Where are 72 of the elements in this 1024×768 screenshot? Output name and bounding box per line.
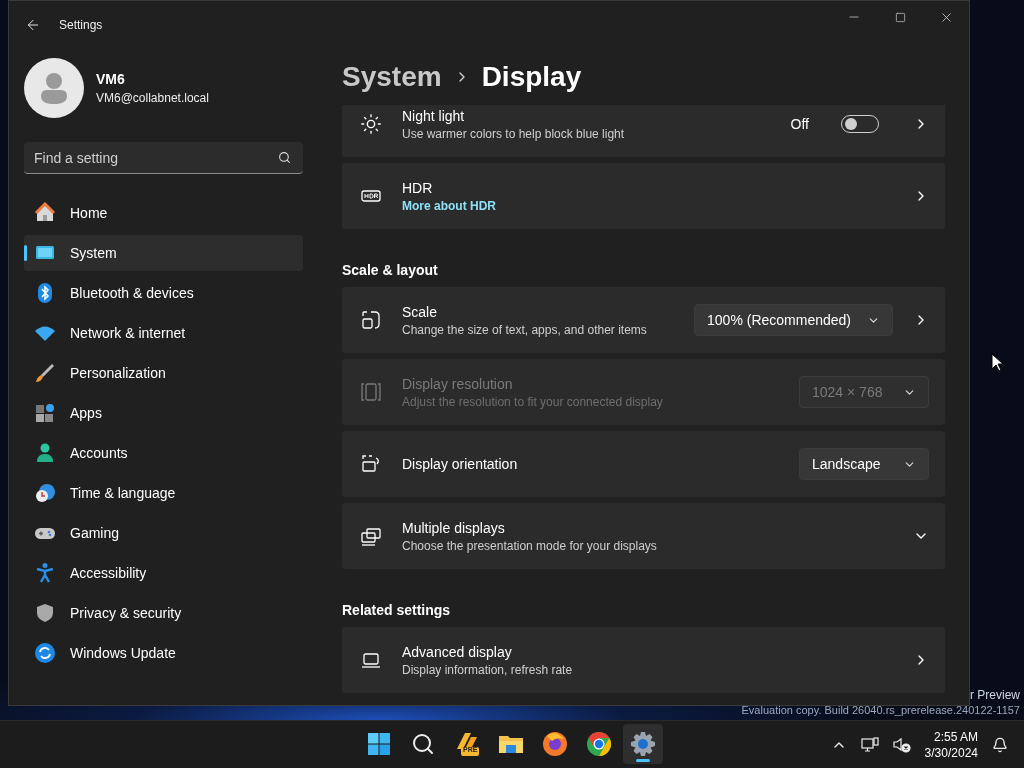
setting-description: Choose the presentation mode for your displays	[402, 538, 658, 553]
sun-icon	[360, 113, 382, 135]
displays-icon	[360, 525, 382, 547]
watermark-text: r Preview	[970, 688, 1020, 702]
setting-card[interactable]: Advanced display Display information, refresh rate	[342, 627, 945, 693]
window-title: Settings	[59, 18, 104, 32]
maximize-icon	[894, 11, 906, 23]
resolution-icon	[360, 381, 382, 403]
setting-card[interactable]: Display orientation Landscape	[342, 431, 945, 497]
scale-icon	[360, 309, 382, 331]
shield-icon	[34, 602, 56, 624]
nav-item[interactable]: Bluetooth & devices	[24, 275, 303, 311]
setting-description: Adjust the resolution to fit your connected display	[402, 394, 664, 409]
hdr-link[interactable]: More about HDR	[402, 198, 893, 213]
setting-title: HDR	[402, 179, 434, 196]
account-email: VM6@collabnet.local	[96, 91, 209, 105]
nav-item[interactable]: Accessibility	[24, 555, 303, 591]
setting-title: Display resolution	[402, 375, 514, 392]
search-icon	[411, 732, 435, 756]
nav-item[interactable]: Personalization	[24, 355, 303, 391]
setting-description: Use warmer colors to help block blue light	[402, 126, 626, 141]
fox-globe-icon	[542, 731, 568, 757]
windows-logo-icon	[367, 732, 391, 756]
house-icon	[34, 202, 56, 224]
search-icon	[278, 151, 291, 164]
nav-item[interactable]: Time & language	[24, 475, 303, 511]
nav-item[interactable]: Home	[24, 195, 303, 231]
paintbrush-icon	[34, 362, 56, 384]
apps-icon	[34, 402, 56, 424]
account-name: VM6	[96, 71, 126, 87]
setting-title: Night light	[402, 107, 466, 124]
taskbar-app[interactable]	[623, 724, 663, 764]
setting-title: Advanced display	[402, 643, 513, 660]
clock-date: 3/30/2024	[924, 745, 978, 760]
nav-item[interactable]: Windows Update	[24, 635, 303, 671]
accessibility-icon	[34, 562, 56, 584]
cursor-icon	[991, 353, 1003, 372]
setting-card[interactable]: Multiple displays Choose the presentation mode for your displays	[342, 503, 945, 569]
globe-clock-icon	[34, 482, 56, 504]
setting-title: Scale	[402, 303, 439, 320]
section-heading: Related settings	[342, 601, 452, 620]
watermark-text: Evaluation copy. Build 26040.rs_prerelease.240122-1157	[741, 704, 1020, 716]
nav-item[interactable]: System	[24, 235, 303, 271]
nav-item[interactable]: Accounts	[24, 435, 303, 471]
breadcrumb-parent[interactable]: System	[342, 61, 442, 93]
muted-speaker-icon[interactable]	[892, 736, 911, 753]
clock-time: 2:55 AM	[933, 729, 978, 744]
nav-item[interactable]: Network & internet	[24, 315, 303, 351]
setting-card[interactable]: Night light Use warmer colors to help block blue light Off	[342, 105, 945, 157]
avatar-icon	[24, 58, 84, 118]
section-heading: Scale & layout	[342, 261, 439, 280]
update-icon	[34, 642, 56, 664]
notification-bell-icon[interactable]	[992, 736, 1008, 753]
rotate-screen-icon	[360, 453, 382, 475]
setting-card[interactable]: Scale Change the size of text, apps, and other items 100% (Recommended)	[342, 287, 945, 353]
search-field[interactable]: Find a setting	[24, 142, 303, 174]
gear-icon	[630, 731, 656, 757]
dropdown[interactable]: Landscape	[799, 448, 929, 480]
setting-card[interactable]: HDR More about HDR	[342, 163, 945, 229]
nav-item[interactable]: Privacy & security	[24, 595, 303, 631]
toggle-state: Off	[790, 116, 809, 132]
nav-item[interactable]: Gaming	[24, 515, 303, 551]
browser-icon	[586, 731, 612, 757]
setting-description: Change the size of text, apps, and other items	[402, 322, 648, 337]
setting-description: Display information, refresh rate	[402, 662, 574, 677]
page-title: Display	[481, 61, 582, 93]
nav-item[interactable]: Apps	[24, 395, 303, 431]
person-icon	[34, 442, 56, 464]
dropdown[interactable]: 100% (Recommended)	[694, 304, 893, 336]
setting-title: Display orientation	[402, 456, 519, 472]
network-icon[interactable]	[860, 736, 879, 753]
setting-title: Multiple displays	[402, 519, 506, 536]
